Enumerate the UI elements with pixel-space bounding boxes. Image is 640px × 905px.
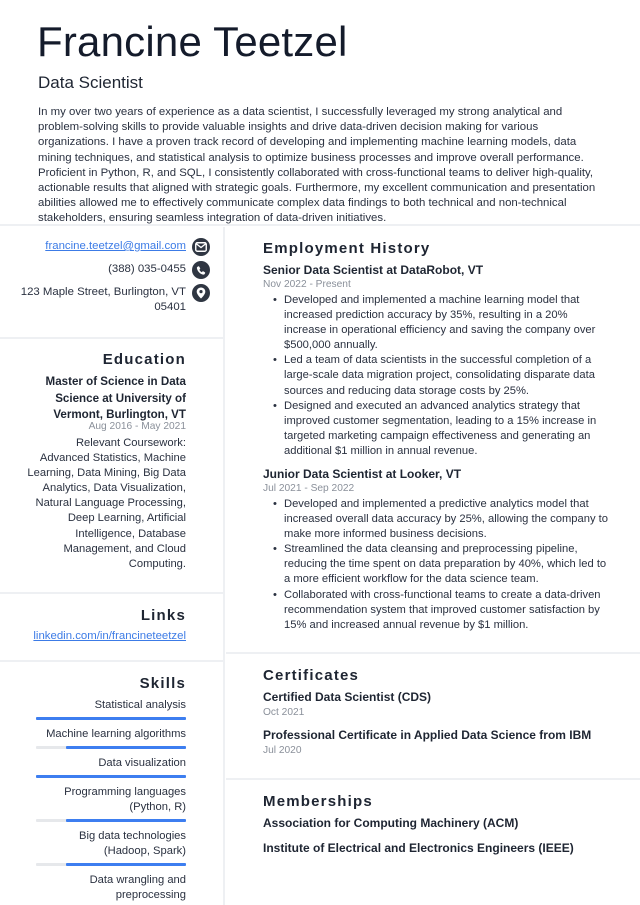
job-bullet: Streamlined the data cleansing and prepr… bbox=[273, 542, 609, 587]
skill-level-bar bbox=[36, 717, 186, 720]
skill-name: Big data technologies (Hadoop, Spark) bbox=[79, 830, 186, 857]
address: 123 Maple Street, Burlington, VT 05401 bbox=[21, 285, 186, 315]
skill-item: Machine learning algorithms bbox=[36, 727, 186, 749]
skill-level-bar bbox=[36, 819, 186, 822]
map-pin-icon bbox=[192, 284, 210, 302]
skill-level-fill bbox=[36, 717, 186, 720]
linkedin-link[interactable]: linkedin.com/in/francineteetzel bbox=[33, 630, 186, 642]
contact-address-row: 123 Maple Street, Burlington, VT 05401 bbox=[21, 284, 210, 315]
contact-section: francine.teetzel@gmail.com (388) 035-045… bbox=[0, 227, 224, 339]
job-dates: Jul 2021 - Sep 2022 bbox=[263, 483, 355, 494]
skill-item: Big data technologies (Hadoop, Spark) bbox=[36, 829, 186, 866]
candidate-name: Francine Teetzel bbox=[37, 18, 348, 65]
skill-level-fill bbox=[66, 819, 186, 822]
skill-item: Data visualization bbox=[36, 756, 186, 778]
skill-name: Programming languages (Python, R) bbox=[64, 786, 186, 813]
job-bullet: Collaborated with cross-functional teams… bbox=[273, 588, 609, 633]
address-line-2: 05401 bbox=[154, 301, 186, 313]
job-dates: Nov 2022 - Present bbox=[263, 279, 351, 290]
certificates-heading: Certificates bbox=[263, 667, 360, 684]
membership-title: Institute of Electrical and Electronics … bbox=[263, 841, 574, 855]
phone-number: (388) 035-0455 bbox=[108, 263, 186, 275]
address-line-1: 123 Maple Street, Burlington, VT bbox=[20, 286, 186, 298]
skill-level-bar bbox=[36, 746, 186, 749]
skills-heading: Skills bbox=[139, 675, 186, 692]
skill-level-fill bbox=[66, 863, 186, 866]
envelope-icon bbox=[192, 238, 210, 256]
job-bullets: Developed and implemented a machine lear… bbox=[273, 293, 609, 459]
education-heading: Education bbox=[102, 351, 186, 368]
education-description: Relevant Coursework: Advanced Statistics… bbox=[27, 437, 186, 570]
skill-name: Data visualization bbox=[98, 757, 186, 769]
skill-name: Statistical analysis bbox=[94, 699, 186, 711]
links-section bbox=[0, 594, 224, 662]
certificate-title: Professional Certificate in Applied Data… bbox=[263, 728, 592, 742]
contact-email-row: francine.teetzel@gmail.com bbox=[45, 238, 210, 256]
skill-level-fill bbox=[36, 775, 186, 778]
profile-summary: In my over two years of experience as a … bbox=[38, 106, 596, 225]
certificate-date: Oct 2021 bbox=[263, 707, 305, 718]
skill-level-fill bbox=[66, 746, 186, 749]
main-content: Employment History Senior Data Scientist… bbox=[226, 227, 640, 905]
job-bullet: Developed and implemented a machine lear… bbox=[273, 293, 609, 353]
skill-level-bar bbox=[36, 863, 186, 866]
education-degree: Master of Science in Data Science at Uni… bbox=[45, 375, 186, 421]
resume-header: Francine Teetzel Data Scientist In my ov… bbox=[0, 0, 640, 226]
job-bullet: Developed and implemented a predictive a… bbox=[273, 497, 609, 542]
job-title: Senior Data Scientist at DataRobot, VT bbox=[263, 263, 484, 277]
sidebar: francine.teetzel@gmail.com (388) 035-045… bbox=[0, 227, 225, 905]
certificate-title: Certified Data Scientist (CDS) bbox=[263, 690, 432, 704]
job-bullet: Designed and executed an advanced analyt… bbox=[273, 399, 609, 459]
phone-icon bbox=[192, 261, 210, 279]
education-dates: Aug 2016 - May 2021 bbox=[88, 421, 186, 432]
job-bullet: Led a team of data scientists in the suc… bbox=[273, 353, 609, 398]
candidate-title: Data Scientist bbox=[38, 73, 143, 92]
email-link[interactable]: francine.teetzel@gmail.com bbox=[45, 239, 186, 254]
contact-phone-row: (388) 035-0455 bbox=[108, 261, 210, 279]
certificate-date: Jul 2020 bbox=[263, 745, 302, 756]
skill-name: Data wrangling and preprocessing bbox=[89, 874, 186, 901]
links-heading: Links bbox=[140, 607, 186, 624]
skill-item: Statistical analysis bbox=[36, 698, 186, 720]
skill-level-bar bbox=[36, 775, 186, 778]
memberships-heading: Memberships bbox=[263, 793, 373, 810]
job-title: Junior Data Scientist at Looker, VT bbox=[263, 467, 462, 481]
skill-name: Machine learning algorithms bbox=[46, 728, 186, 740]
employment-heading: Employment History bbox=[263, 240, 431, 257]
job-bullets: Developed and implemented a predictive a… bbox=[273, 497, 609, 633]
skill-item: Data wrangling and preprocessing bbox=[36, 873, 186, 902]
skill-item: Programming languages (Python, R) bbox=[36, 785, 186, 822]
membership-title: Association for Computing Machinery (ACM… bbox=[263, 816, 519, 830]
